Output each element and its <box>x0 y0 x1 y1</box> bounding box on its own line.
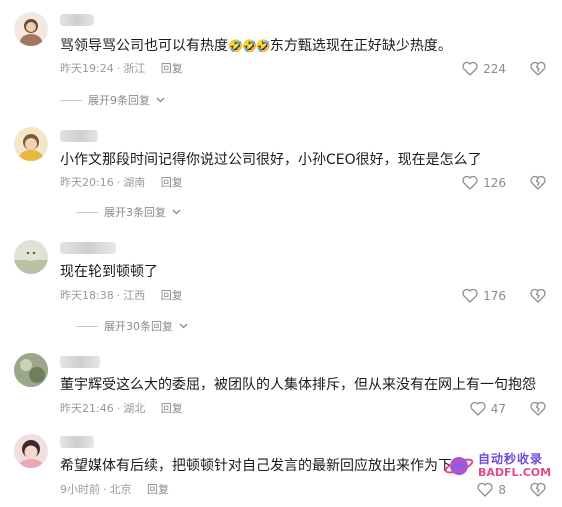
username[interactable] <box>60 130 98 142</box>
avatar[interactable] <box>14 434 48 468</box>
comment-meta: 昨天19:24 · 浙江 回复 <box>60 62 183 75</box>
avatar[interactable] <box>14 127 48 161</box>
comment-location: 浙江 <box>123 62 146 75</box>
like-count: 47 <box>490 401 506 416</box>
comment-time: 昨天19:24 <box>60 62 114 75</box>
username[interactable] <box>60 242 116 254</box>
expand-replies-button[interactable]: 展开30条回复 <box>76 318 188 334</box>
dislike-button[interactable] <box>530 401 546 420</box>
comment-text: 董宇辉受这么大的委屈，被团队的人集体排斥，但从来没有在网上有一句抱怨 <box>60 377 536 393</box>
like-button[interactable]: 224 <box>462 61 506 76</box>
comment-meta: 昨天21:46 · 湖北 回复 <box>60 402 183 415</box>
username[interactable] <box>60 436 94 448</box>
expand-replies-button[interactable]: 展开3条回复 <box>76 204 181 220</box>
divider <box>76 211 98 213</box>
watermark-en: BADFL.COM <box>478 466 552 479</box>
chevron-down-icon <box>172 209 181 215</box>
comment-text: 骂领导骂公司也可以有热度🤣🤣🤣东方甄选现在正好缺少热度。 <box>60 38 452 54</box>
comment-location: 江西 <box>123 289 146 302</box>
chevron-down-icon <box>179 323 188 329</box>
comment-time: 9小时前 <box>60 483 100 496</box>
broken-heart-icon <box>530 401 546 416</box>
reply-button[interactable]: 回复 <box>161 402 183 415</box>
watermark-cn: 自动秒收录 <box>478 452 544 466</box>
divider <box>76 325 98 327</box>
reply-button[interactable]: 回复 <box>161 176 183 189</box>
reply-button[interactable]: 回复 <box>147 483 169 496</box>
reply-button[interactable]: 回复 <box>161 62 183 75</box>
comment-time: 昨天20:16 <box>60 176 114 189</box>
heart-icon <box>462 288 478 303</box>
dislike-button[interactable] <box>530 175 546 194</box>
dislike-button[interactable] <box>530 61 546 80</box>
comment-text: 希望媒体有后续，把顿顿针对自己发言的最新回应放出来作为下集 <box>60 458 464 474</box>
avatar[interactable] <box>14 353 48 387</box>
expand-replies-button[interactable]: 展开9条回复 <box>60 92 165 108</box>
like-button[interactable]: 176 <box>462 288 506 303</box>
chevron-down-icon <box>156 97 165 103</box>
dislike-button[interactable] <box>530 288 546 307</box>
heart-icon <box>462 175 478 190</box>
comment-time: 昨天21:46 <box>60 402 114 415</box>
like-count: 176 <box>483 288 506 303</box>
username[interactable] <box>60 14 94 26</box>
like-count: 126 <box>483 175 506 190</box>
divider <box>60 99 82 101</box>
comment-meta: 9小时前 · 北京 回复 <box>60 483 169 496</box>
comment-location: 北京 <box>109 483 132 496</box>
heart-icon <box>462 61 478 76</box>
expand-replies-label: 展开3条回复 <box>104 206 166 219</box>
watermark-text: 自动秒收录 BADFL.COM <box>478 452 551 480</box>
username[interactable] <box>60 356 100 368</box>
broken-heart-icon <box>530 61 546 76</box>
expand-replies-label: 展开9条回复 <box>88 94 150 107</box>
laughing-emoji: 🤣🤣🤣 <box>228 39 271 53</box>
like-button[interactable]: 47 <box>470 401 506 416</box>
comment-text: 现在轮到顿顿了 <box>60 264 158 280</box>
broken-heart-icon <box>530 288 546 303</box>
comment-location: 湖南 <box>123 176 146 189</box>
avatar[interactable] <box>14 12 48 46</box>
planet-logo-icon <box>444 457 474 475</box>
comment-location: 湖北 <box>123 402 146 415</box>
watermark: 自动秒收录 BADFL.COM <box>444 446 552 486</box>
comment-meta: 昨天18:38 · 江西 回复 <box>60 289 183 302</box>
heart-icon <box>470 401 486 416</box>
comment-time: 昨天18:38 <box>60 289 114 302</box>
like-button[interactable]: 126 <box>462 175 506 190</box>
reply-button[interactable]: 回复 <box>161 289 183 302</box>
expand-replies-label: 展开30条回复 <box>104 320 173 333</box>
like-count: 224 <box>483 61 506 76</box>
comment-meta: 昨天20:16 · 湖南 回复 <box>60 176 183 189</box>
broken-heart-icon <box>530 175 546 190</box>
comment-text: 小作文那段时间记得你说过公司很好，小孙CEO很好，现在是怎么了 <box>60 152 482 168</box>
avatar[interactable] <box>14 240 48 274</box>
